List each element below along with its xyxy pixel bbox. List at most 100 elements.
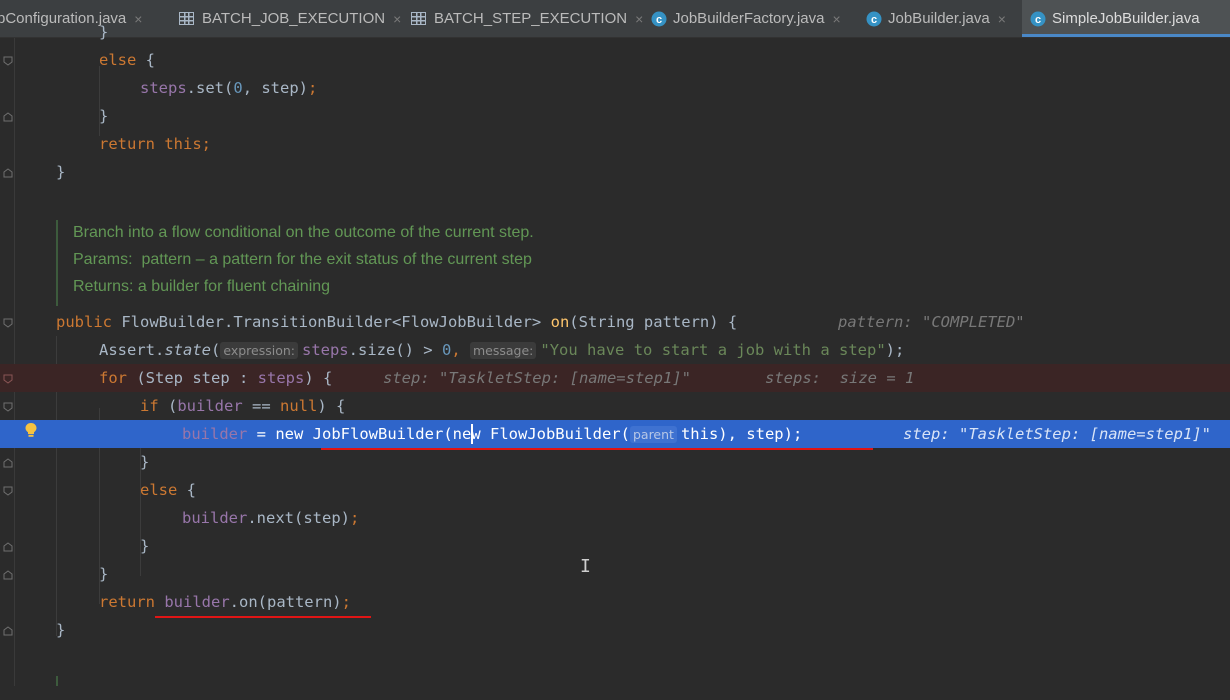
keyword-this: this [155, 135, 202, 153]
fold-marker-icon[interactable] [3, 458, 13, 468]
parameter-hint: expression: [220, 342, 298, 359]
code-line[interactable]: Assert.state(expression: steps.size() > 0… [0, 336, 1230, 364]
fold-marker-icon[interactable] [3, 112, 13, 122]
method-name: state [164, 341, 211, 359]
text-caret [471, 424, 473, 444]
fold-marker-icon[interactable] [3, 570, 13, 580]
javadoc-rendered[interactable]: Branch into a flow conditional on the ou… [56, 220, 758, 306]
field-builder: builder [155, 593, 230, 611]
class-name: FlowJobBuilder( [480, 425, 630, 443]
code-line[interactable]: else { [0, 476, 1230, 504]
code-text: .next(step) [247, 509, 350, 527]
semicolon: ; [349, 509, 360, 527]
code-line[interactable]: } [0, 158, 1230, 186]
fold-marker-icon[interactable] [3, 542, 13, 552]
fold-marker-icon[interactable] [3, 626, 13, 636]
fold-marker-icon[interactable] [3, 318, 13, 328]
semicolon: ; [308, 79, 318, 97]
code-text: .set( [186, 79, 234, 97]
javadoc-border [56, 676, 58, 686]
code-text: } [56, 163, 66, 181]
code-line[interactable]: else { [0, 46, 1230, 74]
number-literal: 0 [441, 341, 452, 359]
code-text: (Step step : [127, 369, 258, 387]
code-text: ( [211, 341, 221, 359]
code-line[interactable]: return builder.on(pattern); [0, 588, 1230, 616]
semicolon: ; [341, 593, 351, 611]
method-name: on [550, 313, 570, 331]
code-line[interactable]: steps.set(0, step); [0, 74, 1230, 102]
annotation-underline [155, 616, 371, 618]
code-line[interactable]: } [0, 448, 1230, 476]
code-text: (String pattern) { [569, 313, 738, 331]
code-text: { [177, 481, 196, 499]
code-text: ) { [304, 369, 333, 387]
field-builder: builder [182, 509, 248, 527]
keyword-null: null [280, 397, 318, 415]
semicolon: ; [792, 425, 803, 443]
field-steps: steps [140, 79, 187, 97]
parameter-hint: parent [629, 426, 677, 443]
code-line-breakpoint[interactable]: for (Step step : steps) { step: "Tasklet… [0, 364, 1230, 392]
semicolon: ; [201, 135, 212, 153]
code-text: == [242, 397, 280, 415]
annotation-underline [321, 448, 873, 450]
code-text: ); [885, 341, 905, 359]
keyword-for: for [99, 369, 127, 387]
code-text: } [140, 453, 150, 471]
code-text: Assert. [99, 341, 165, 359]
keyword-else: else [140, 481, 178, 499]
keyword-return: return [99, 593, 155, 611]
javadoc-summary: Branch into a flow conditional on the ou… [73, 224, 534, 241]
code-line[interactable]: if (builder == null) { [0, 392, 1230, 420]
code-text: ( [158, 397, 178, 415]
keyword-return: return [99, 135, 155, 153]
fold-marker-icon[interactable] [3, 486, 13, 496]
code-editor[interactable]: } else { steps.set(0, step); } return th… [0, 23, 1230, 686]
field-builder: builder [177, 397, 243, 415]
lightbulb-icon[interactable] [24, 422, 38, 438]
comma: , [451, 341, 470, 359]
code-line[interactable]: builder.next(step); [0, 504, 1230, 532]
keyword-this: this [680, 425, 719, 443]
debug-inline-value: pattern: "COMPLETED" [838, 313, 1025, 331]
fold-marker-icon[interactable] [3, 402, 13, 412]
code-line[interactable]: } [0, 18, 1230, 46]
code-line[interactable]: } [0, 560, 1230, 588]
keyword-new: new [452, 425, 481, 443]
code-line[interactable]: } [0, 616, 1230, 644]
keyword-else: else [99, 51, 137, 69]
code-text: } [99, 107, 109, 125]
code-text: .size() > [348, 341, 442, 359]
number-literal: 0 [233, 79, 243, 97]
javadoc-params: Params: pattern – a pattern for the exit… [73, 251, 532, 268]
code-text: { [136, 51, 155, 69]
code-text: .on(pattern) [229, 593, 342, 611]
field-steps: steps [257, 369, 305, 387]
code-line[interactable]: } [0, 102, 1230, 130]
mouse-ibeam-cursor-icon: I [580, 556, 591, 577]
keyword-public: public [56, 313, 112, 331]
fold-marker-icon[interactable] [3, 374, 13, 384]
code-line[interactable]: public FlowBuilder.TransitionBuilder<Flo… [0, 308, 1230, 336]
fold-marker-icon[interactable] [3, 168, 13, 178]
parameter-hint: message: [470, 342, 537, 359]
code-text: } [56, 621, 66, 639]
code-line[interactable]: } [0, 532, 1230, 560]
code-text: ) { [317, 397, 346, 415]
fold-marker-icon[interactable] [3, 56, 13, 66]
debug-inline-value: step: "TaskletStep: [name=step1]" [383, 369, 691, 387]
code-line-execution-point[interactable]: builder = new JobFlowBuilder(new FlowJob… [0, 420, 1230, 448]
debug-inline-value: steps: size = 1 [765, 369, 915, 387]
keyword-if: if [140, 397, 159, 415]
code-text: ( [443, 425, 453, 443]
code-text: = [247, 425, 276, 443]
code-text: ), step) [718, 425, 793, 443]
code-text: FlowBuilder.TransitionBuilder<FlowJobBui… [112, 313, 551, 331]
code-text: } [140, 537, 150, 555]
field-steps: steps [301, 341, 349, 359]
code-text: } [99, 565, 109, 583]
javadoc-returns: Returns: a builder for fluent chaining [73, 278, 331, 295]
debug-inline-value: step: "TaskletStep: [name=step1]" [903, 425, 1211, 443]
code-line[interactable]: return this; [0, 130, 1230, 158]
